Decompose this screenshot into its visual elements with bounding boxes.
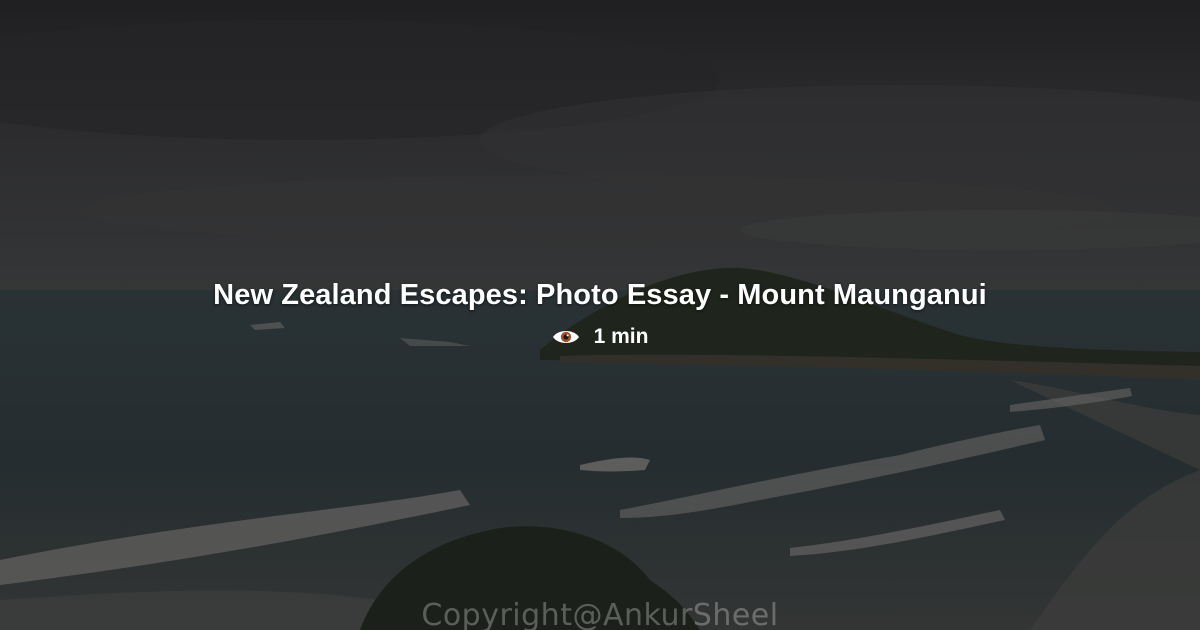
post-title: New Zealand Escapes: Photo Essay - Mount… [213, 279, 987, 311]
social-card: New Zealand Escapes: Photo Essay - Mount… [0, 0, 1200, 630]
photo-watermark: Copyright@AnkurSheel [421, 598, 779, 630]
eye-icon [552, 331, 579, 343]
reading-time: 1 min [0, 325, 1200, 349]
image-overlay [0, 0, 1200, 630]
read-time-label: 1 min [593, 325, 649, 348]
